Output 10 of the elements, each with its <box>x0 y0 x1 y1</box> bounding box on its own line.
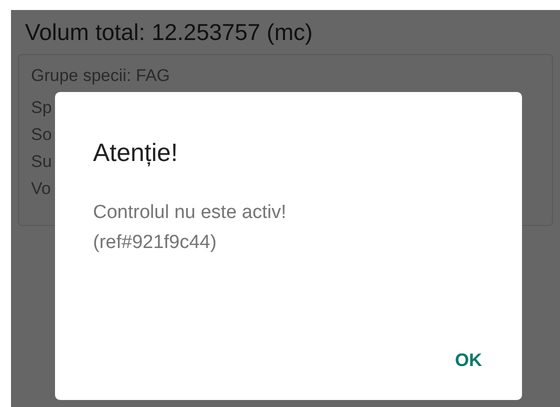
card-text-line: Vo <box>31 178 51 200</box>
ok-button[interactable]: OK <box>451 348 486 372</box>
dialog-message: Controlul nu este activ! <box>93 201 286 225</box>
dialog-title: Atenție! <box>93 138 178 168</box>
dialog-message: (ref#921f9c44) <box>93 231 217 255</box>
card-text-line: So <box>31 124 52 146</box>
volume-total-heading: Volum total: 12.253757 (mc) <box>24 18 314 46</box>
card-text-line: Grupe specii: FAG <box>31 65 170 87</box>
card-text-line: Su <box>31 151 52 173</box>
card-text-line: Sp <box>31 97 52 119</box>
